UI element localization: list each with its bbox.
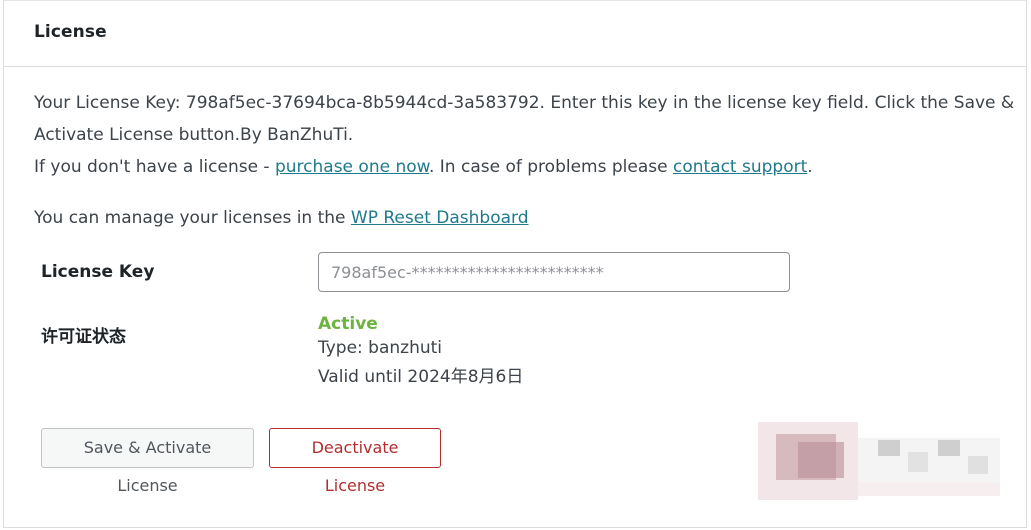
panel-header bbox=[4, 1, 1026, 67]
manage-licenses-line: You can manage your licenses in the WP R… bbox=[34, 207, 529, 229]
license-info-line-2: Activate License button.By BanZhuTi. bbox=[34, 125, 354, 145]
license-key-input[interactable] bbox=[318, 252, 790, 292]
panel-title: License bbox=[34, 22, 107, 42]
contact-support-link[interactable]: contact support bbox=[673, 157, 807, 177]
license-status-label: 许可证状态 bbox=[41, 327, 126, 347]
license-valid-until: Valid until 2024年8月6日 bbox=[318, 367, 524, 387]
no-license-line: If you don't have a license - purchase o… bbox=[34, 156, 813, 178]
license-type: Type: banzhuti bbox=[318, 338, 443, 358]
license-key-label: License Key bbox=[41, 262, 155, 282]
status-active-badge: Active bbox=[318, 314, 378, 334]
no-license-prefix: If you don't have a license - bbox=[34, 157, 275, 177]
problems-text: . In case of problems please bbox=[428, 157, 673, 177]
license-info-line-1: Your License Key: 798af5ec-37694bca-8b59… bbox=[34, 93, 1015, 113]
save-activate-license-button[interactable]: Save & Activate License bbox=[41, 428, 254, 495]
deactivate-license-button[interactable]: Deactivate License bbox=[269, 428, 441, 495]
wp-reset-dashboard-link[interactable]: WP Reset Dashboard bbox=[351, 208, 529, 228]
manage-prefix: You can manage your licenses in the bbox=[34, 208, 351, 228]
purchase-link[interactable]: purchase one now bbox=[275, 157, 429, 177]
period-text: . bbox=[807, 157, 813, 177]
